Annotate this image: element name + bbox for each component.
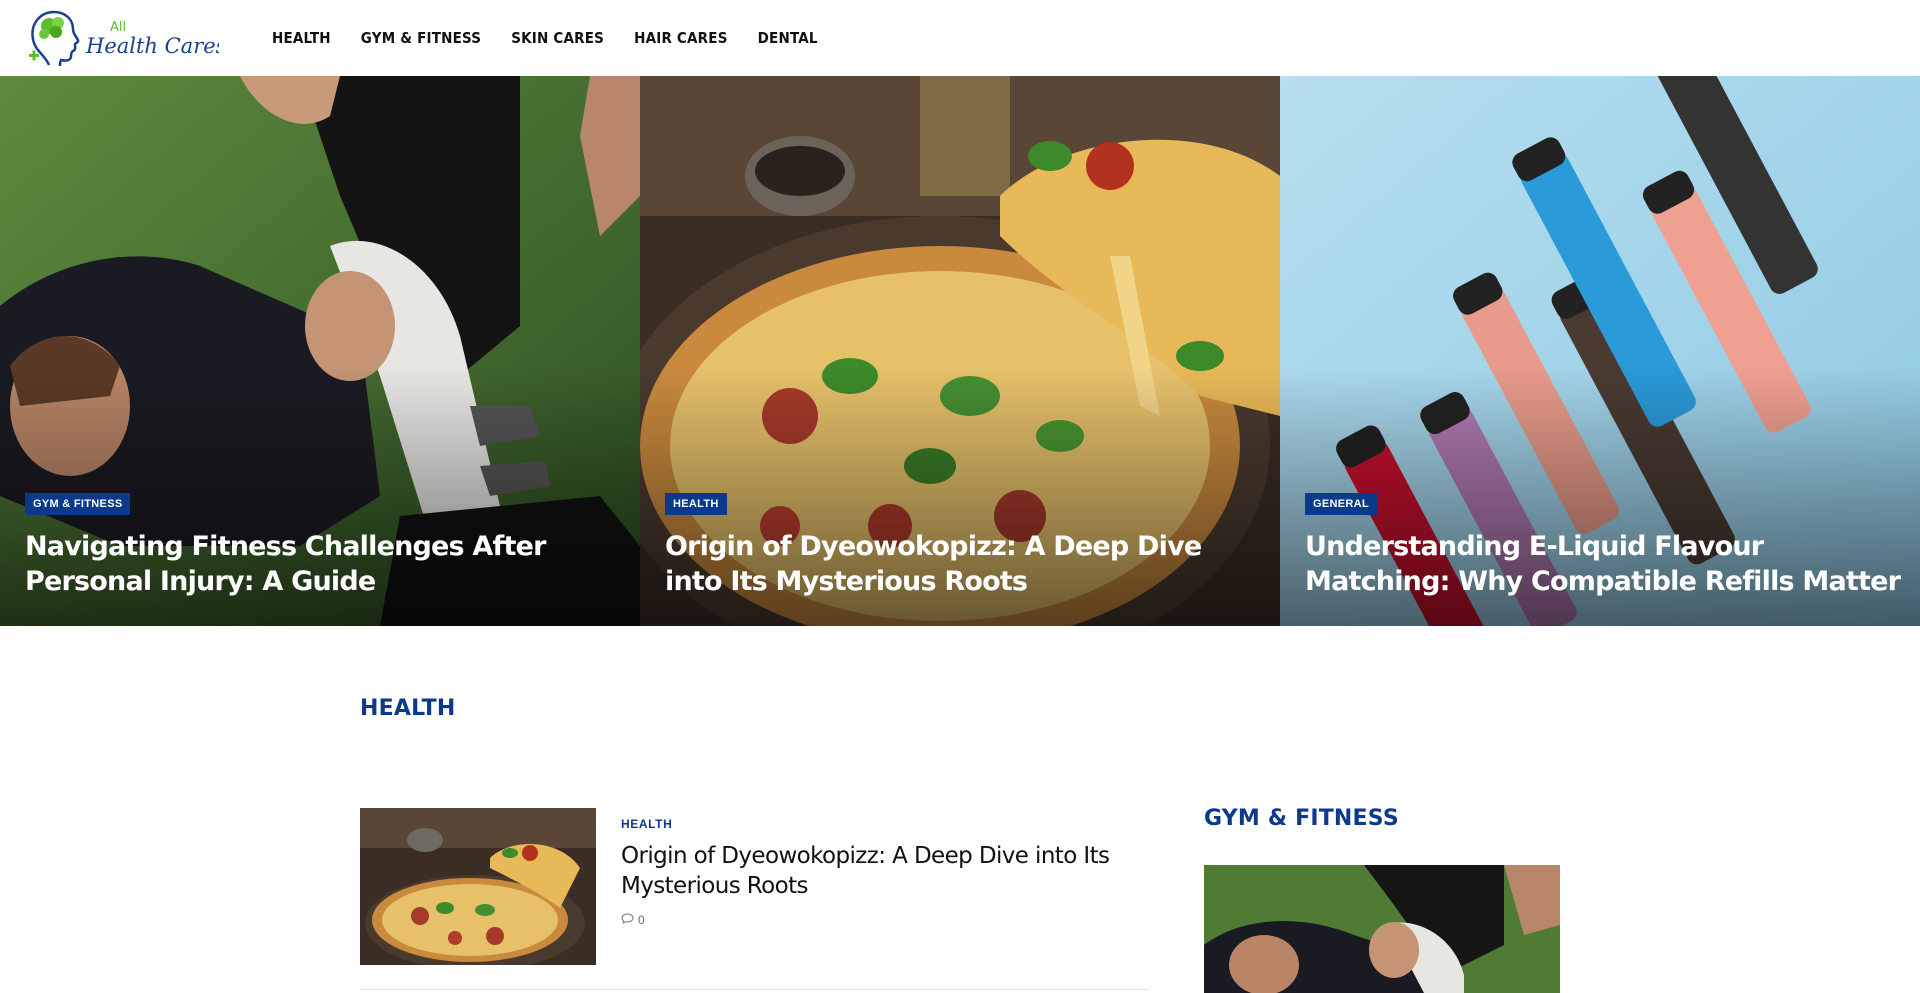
nav-item-skin-cares[interactable]: SKIN CARES: [511, 29, 604, 47]
hero-card-general[interactable]: GENERAL Understanding E-Liquid Flavour M…: [1280, 76, 1920, 626]
hero-title[interactable]: Understanding E-Liquid Flavour Matching:…: [1305, 529, 1905, 599]
health-section-title: HEALTH: [360, 696, 456, 721]
logo-text-all: All: [110, 20, 126, 35]
hero-category-badge[interactable]: GYM & FITNESS: [25, 493, 131, 515]
hero-category-badge[interactable]: GENERAL: [1305, 493, 1377, 515]
post-title[interactable]: Origin of Dyeowokopizz: A Deep Dive into…: [621, 841, 1161, 901]
comment-count[interactable]: 0: [638, 913, 645, 927]
gym-section-title: GYM & FITNESS: [1204, 806, 1399, 831]
hero-title[interactable]: Navigating Fitness Challenges After Pers…: [25, 529, 625, 599]
logo-graphic: All Health Cares: [29, 10, 227, 67]
gym-post-image-injury: [1204, 865, 1560, 993]
post-divider: [360, 989, 1148, 990]
comment-icon: [621, 913, 634, 927]
gym-post-thumbnail[interactable]: [1204, 865, 1560, 993]
nav-item-gym-fitness[interactable]: GYM & FITNESS: [361, 29, 481, 47]
logo-text-main: Health Cares: [85, 34, 219, 58]
hero-title[interactable]: Origin of Dyeowokopizz: A Deep Dive into…: [665, 529, 1265, 599]
main-nav: HEALTH GYM & FITNESS SKIN CARES HAIR CAR…: [272, 0, 848, 76]
post-image-pizza: [360, 808, 596, 965]
site-header: All Health Cares HEALTH GYM & FITNESS SK…: [0, 0, 1920, 76]
post-category[interactable]: HEALTH: [621, 817, 672, 831]
hero-card-fitness[interactable]: GYM & FITNESS Navigating Fitness Challen…: [0, 76, 640, 626]
post-thumbnail[interactable]: [360, 808, 596, 965]
post-meta: 0: [621, 913, 645, 927]
hero-card-health[interactable]: HEALTH Origin of Dyeowokopizz: A Deep Di…: [640, 76, 1280, 626]
nav-item-health[interactable]: HEALTH: [272, 29, 331, 47]
hero-grid: GYM & FITNESS Navigating Fitness Challen…: [0, 76, 1920, 626]
hero-category-badge[interactable]: HEALTH: [665, 493, 727, 515]
nav-item-hair-cares[interactable]: HAIR CARES: [634, 29, 728, 47]
nav-item-dental[interactable]: DENTAL: [758, 29, 818, 47]
site-logo[interactable]: All Health Cares: [27, 9, 227, 67]
